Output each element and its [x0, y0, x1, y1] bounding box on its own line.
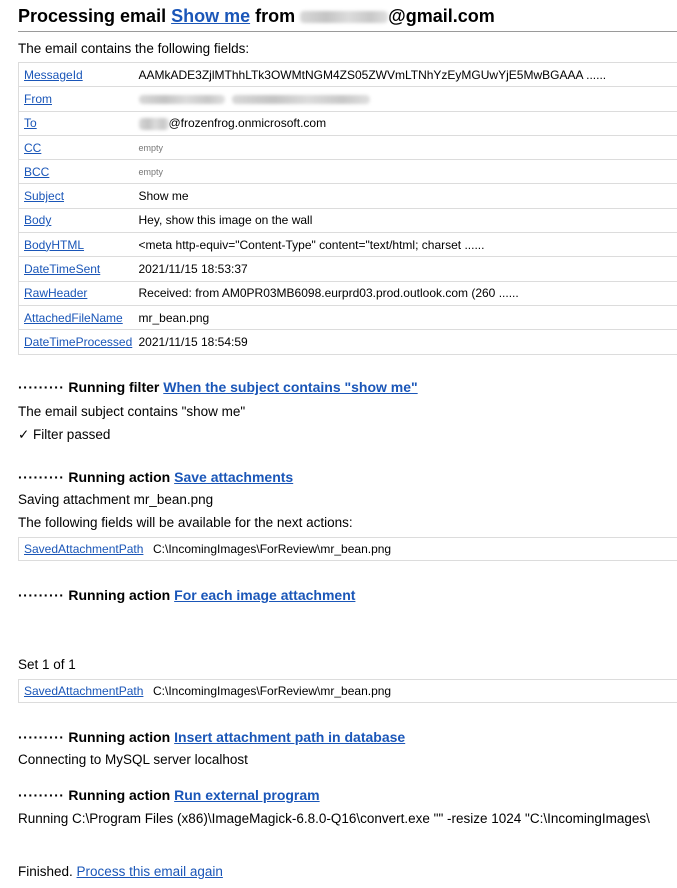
save-attachments-link[interactable]: Save attachments	[174, 469, 293, 485]
field-value-cc: empty	[135, 135, 677, 161]
subject-link[interactable]: Show me	[171, 6, 250, 26]
field-value-bodyhtml: <meta http-equiv="Content-Type" content=…	[135, 232, 677, 258]
saved-fields-table: SavedAttachmentPath C:\IncomingImages\Fo…	[18, 537, 677, 561]
finished-text: Finished.	[18, 864, 73, 879]
action-save-heading: ········· Running action Save attachment…	[18, 469, 293, 485]
action-heading-label: Running action	[68, 587, 171, 603]
table-row: SavedAttachmentPath C:\IncomingImages\Fo…	[18, 537, 677, 561]
filter-heading-label: Running filter	[68, 379, 160, 395]
fields-intro: The email contains the following fields:	[18, 41, 250, 56]
action-heading-label: Running action	[68, 469, 171, 485]
action-heading-label: Running action	[68, 787, 171, 803]
action-external-heading: ········· Running action Run external pr…	[18, 787, 320, 803]
table-row: To @frozenfrog.onmicrosoft.com	[18, 111, 677, 136]
field-value-rawheader: Received: from AM0PR03MB6098.eurprd03.pr…	[135, 281, 677, 306]
table-row: DateTimeProcessed 2021/11/15 18:54:59	[18, 329, 677, 355]
table-row: MessageId AAMkADE3ZjlMThhLTk3OWMtNGM4ZS0…	[18, 62, 677, 88]
table-row: CC empty	[18, 135, 677, 161]
field-value-datetimeprocessed: 2021/11/15 18:54:59	[135, 329, 677, 355]
field-name-savedattachmentpath[interactable]: SavedAttachmentPath	[18, 679, 150, 703]
field-name-attachedfilename[interactable]: AttachedFileName	[18, 305, 136, 331]
field-value-datetimesent: 2021/11/15 18:53:37	[135, 256, 677, 282]
page-title: Processing email Show me from @gmail.com	[18, 6, 677, 32]
filter-heading: ········· Running filter When the subjec…	[18, 379, 418, 395]
table-row: AttachedFileName mr_bean.png	[18, 305, 677, 331]
title-prefix: Processing email	[18, 6, 167, 26]
table-row: DateTimeSent 2021/11/15 18:53:37	[18, 256, 677, 282]
field-value-savedattachmentpath: C:\IncomingImages\ForReview\mr_bean.png	[150, 537, 677, 561]
field-value-body: Hey, show this image on the wall	[135, 208, 677, 234]
filter-result-text: The email subject contains "show me"	[18, 404, 246, 419]
section-dots: ·········	[18, 587, 65, 603]
field-name-savedattachmentpath[interactable]: SavedAttachmentPath	[18, 537, 150, 561]
saving-attachment-text: Saving attachment mr_bean.png	[18, 492, 214, 507]
field-name-to[interactable]: To	[18, 111, 136, 136]
action-heading-label: Running action	[68, 729, 171, 745]
field-name-subject[interactable]: Subject	[18, 183, 136, 209]
table-row: BodyHTML <meta http-equiv="Content-Type"…	[18, 232, 677, 258]
section-dots: ·········	[18, 729, 65, 745]
field-value-subject: Show me	[135, 183, 677, 209]
table-row: From	[18, 86, 677, 112]
field-name-rawheader[interactable]: RawHeader	[18, 281, 136, 306]
field-name-body[interactable]: Body	[18, 208, 136, 234]
redacted-sender-name	[300, 11, 389, 24]
section-dots: ·········	[18, 379, 65, 395]
insert-path-database-link[interactable]: Insert attachment path in database	[174, 729, 405, 745]
field-name-from[interactable]: From	[18, 86, 136, 112]
filter-passed-text: ✓ Filter passed	[18, 427, 111, 442]
title-from: from	[255, 6, 296, 26]
field-value-from	[135, 86, 677, 112]
section-dots: ·········	[18, 787, 65, 803]
field-name-bcc[interactable]: BCC	[18, 159, 136, 185]
table-row: Subject Show me	[18, 183, 677, 209]
field-name-bodyhtml[interactable]: BodyHTML	[18, 232, 136, 258]
section-dots: ·········	[18, 469, 65, 485]
mysql-connecting-text: Connecting to MySQL server localhost	[18, 752, 248, 767]
field-name-datetimesent[interactable]: DateTimeSent	[18, 256, 136, 282]
filter-link[interactable]: When the subject contains "show me"	[163, 379, 417, 395]
redacted-to-user	[138, 118, 169, 131]
email-fields-table: MessageId AAMkADE3ZjlMThhLTk3OWMtNGM4ZS0…	[18, 62, 677, 355]
running-command-text: Running C:\Program Files (x86)\ImageMagi…	[18, 811, 650, 826]
set-counter-text: Set 1 of 1	[18, 657, 76, 672]
table-row: RawHeader Received: from AM0PR03MB6098.e…	[18, 281, 677, 306]
action-database-heading: ········· Running action Insert attachme…	[18, 729, 405, 745]
redacted-from-name	[138, 95, 225, 105]
title-email-domain: @gmail.com	[388, 6, 495, 26]
action-foreach-heading: ········· Running action For each image …	[18, 587, 355, 603]
redacted-from-address	[231, 95, 370, 105]
field-name-messageid[interactable]: MessageId	[18, 62, 136, 88]
footer: Finished. Process this email again	[18, 864, 223, 879]
table-row: BCC empty	[18, 159, 677, 185]
field-value-to: @frozenfrog.onmicrosoft.com	[135, 111, 677, 136]
run-external-program-link[interactable]: Run external program	[174, 787, 319, 803]
fields-available-text: The following fields will be available f…	[18, 515, 353, 530]
field-value-bcc: empty	[135, 159, 677, 185]
for-each-image-link[interactable]: For each image attachment	[174, 587, 355, 603]
field-value-messageid: AAMkADE3ZjlMThhLTk3OWMtNGM4ZS05ZWVmLTNhY…	[135, 62, 677, 88]
field-value-attachedfilename: mr_bean.png	[135, 305, 677, 331]
table-row: SavedAttachmentPath C:\IncomingImages\Fo…	[18, 679, 677, 703]
process-again-link[interactable]: Process this email again	[77, 864, 223, 879]
set-fields-table: SavedAttachmentPath C:\IncomingImages\Fo…	[18, 679, 677, 703]
field-name-datetimeprocessed[interactable]: DateTimeProcessed	[18, 329, 136, 355]
field-name-cc[interactable]: CC	[18, 135, 136, 161]
to-domain: @frozenfrog.onmicrosoft.com	[168, 116, 327, 131]
table-row: Body Hey, show this image on the wall	[18, 208, 677, 234]
field-value-savedattachmentpath: C:\IncomingImages\ForReview\mr_bean.png	[150, 679, 677, 703]
